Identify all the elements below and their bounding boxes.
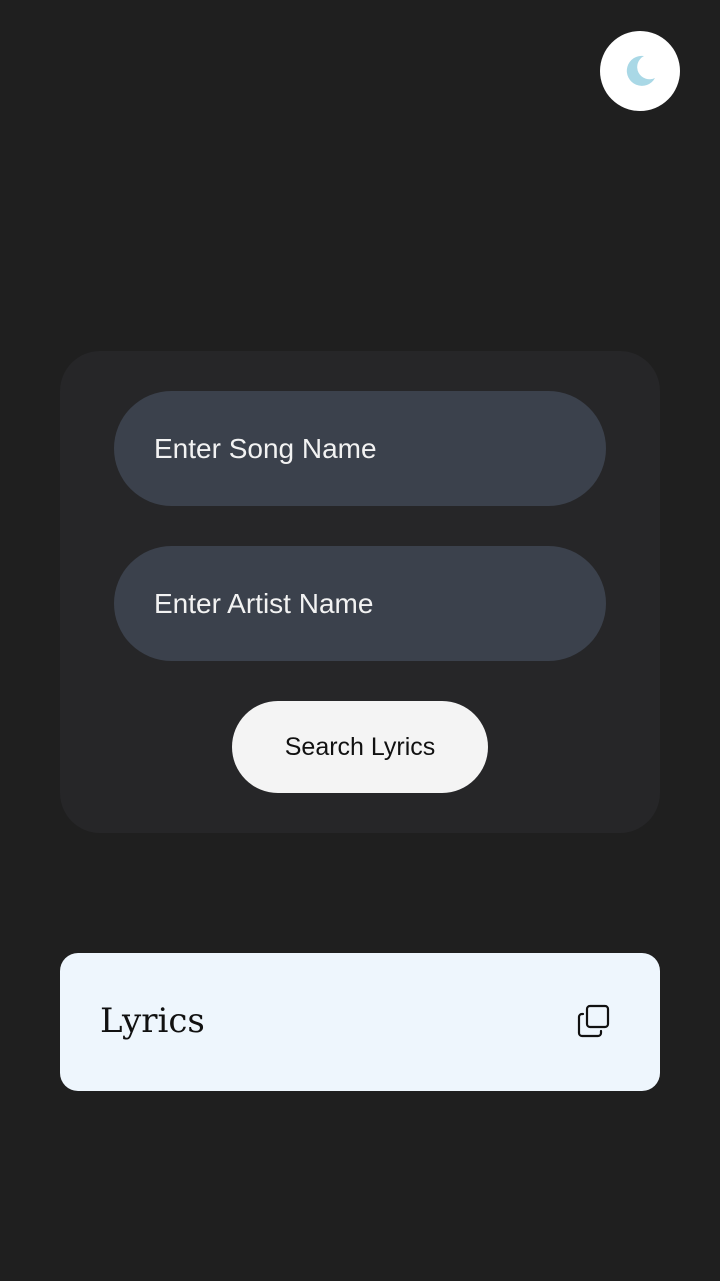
lyrics-panel: Lyrics [60,953,660,1091]
search-lyrics-button[interactable]: Search Lyrics [232,701,488,793]
copy-lyrics-button[interactable] [572,999,616,1043]
song-name-input[interactable] [114,391,606,506]
search-form-card: Search Lyrics [60,351,660,833]
lyrics-title: Lyrics [100,1001,205,1041]
moon-icon [626,55,655,86]
artist-name-input[interactable] [114,546,606,661]
theme-toggle-button[interactable] [600,31,680,111]
page: Search Lyrics Lyrics [0,0,720,1281]
copy-icon [577,1004,610,1038]
